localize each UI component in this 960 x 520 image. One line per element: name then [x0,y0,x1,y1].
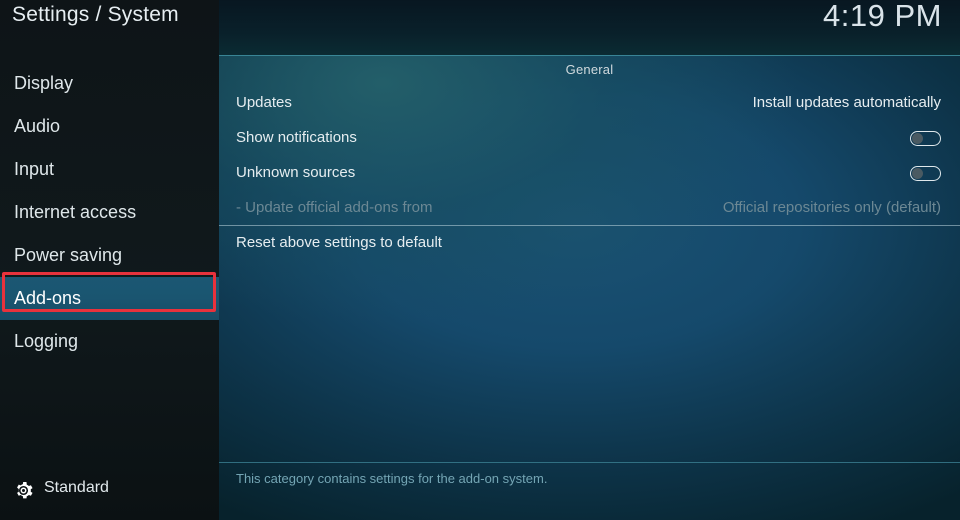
sidebar-item-display[interactable]: Display [0,62,219,105]
clock: 4:19 PM [823,0,942,33]
sidebar-item-label: Power saving [14,245,123,265]
sidebar-item-internet-access[interactable]: Internet access [0,191,219,234]
settings-row-update-official-add-ons-from: - Update official add-ons from Official r… [219,190,960,225]
sidebar-item-label: Logging [14,331,79,351]
settings-row-updates[interactable]: Updates Install updates automatically [219,85,960,120]
sidebar-item-label: Audio [14,116,61,136]
gear-icon [13,480,34,501]
sidebar-item-audio[interactable]: Audio [0,105,219,148]
settings-row-label: Show notifications [236,129,357,146]
settings-sidebar: Settings / System Display Audio Input Inter… [0,0,219,520]
content-footer-divider [219,462,960,463]
sidebar-item-logging[interactable]: Logging [0,320,219,363]
settings-row-value: Official repositories only (default) [722,199,941,216]
toggle-switch[interactable] [910,166,941,181]
settings-row-value: Install updates automatically [752,94,941,111]
sidebar-item-label: Input [14,159,55,179]
settings-row-list: Updates Install updates automatically Show… [219,85,960,260]
settings-row-label: - Update official add-ons from [236,199,433,216]
settings-level-label: Standard [44,479,109,496]
content-top-divider [219,55,960,56]
sidebar-item-power-saving[interactable]: Power saving [0,234,219,277]
window-header: 4:19 PM [219,0,960,55]
settings-row-unknown-sources[interactable]: Unknown sources [219,155,960,190]
section-header-general: General [565,62,614,77]
settings-content-pane: General Updates Install updates automatic… [219,55,960,520]
settings-row-label: Unknown sources [236,164,356,181]
sidebar-item-label: Display [14,73,74,93]
sidebar-item-add-ons[interactable]: Add-ons [0,277,219,320]
toggle-knob [912,133,923,144]
toggle-switch[interactable] [910,131,941,146]
kodi-settings-window: 4:19 PM General Updates Install updates a… [0,0,960,520]
settings-row-reset-above-settings-to-default[interactable]: Reset above settings to default [219,225,960,260]
settings-row-label: Reset above settings to default [236,234,442,251]
sidebar-item-label: Add-ons [14,288,82,308]
page-title: Settings / System [12,3,179,26]
settings-row-label: Updates [236,94,292,111]
sidebar-item-input[interactable]: Input [0,148,219,191]
category-description: This category contains settings for the … [236,471,548,486]
sidebar-category-list: Display Audio Input Internet access Power sa… [0,62,219,363]
toggle-knob [912,168,923,179]
sidebar-item-label: Internet access [14,202,137,222]
sidebar-footer[interactable]: Standard [0,458,219,520]
settings-row-show-notifications[interactable]: Show notifications [219,120,960,155]
